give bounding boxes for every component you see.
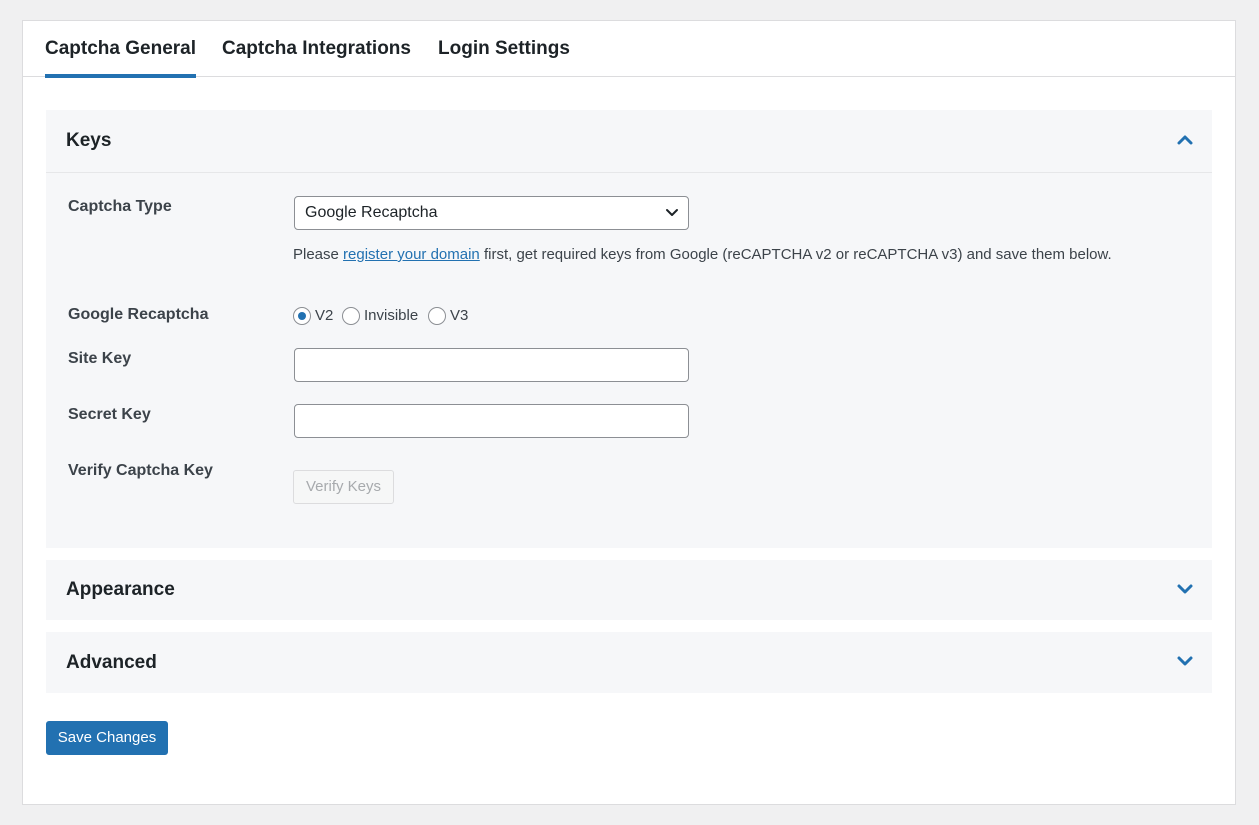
appearance-section: Appearance xyxy=(46,560,1212,620)
chevron-down-icon[interactable] xyxy=(1176,654,1194,668)
radio-v3-label: V3 xyxy=(450,307,469,324)
captcha-type-select[interactable]: Google Recaptcha xyxy=(294,196,689,230)
captcha-type-value: Google Recaptcha xyxy=(305,204,438,221)
register-domain-link[interactable]: register your domain xyxy=(343,246,480,263)
save-changes-button[interactable]: Save Changes xyxy=(46,721,168,755)
site-key-label: Site Key xyxy=(68,350,132,367)
radio-v2-control[interactable] xyxy=(293,307,311,325)
tab-captcha-general[interactable]: Captcha General xyxy=(45,21,196,78)
register-help-text: Please register your domain first, get r… xyxy=(293,246,1112,263)
site-key-input[interactable] xyxy=(294,348,689,382)
tab-captcha-integrations[interactable]: Captcha Integrations xyxy=(222,21,411,77)
radio-v3-control[interactable] xyxy=(428,307,446,325)
keys-section: Keys Captcha Type Google Recaptcha Pleas… xyxy=(46,110,1212,548)
tab-bar: Captcha General Captcha Integrations Log… xyxy=(23,21,1235,78)
radio-invisible-control[interactable] xyxy=(342,307,360,325)
appearance-section-header[interactable]: Appearance xyxy=(46,560,1212,620)
chevron-down-icon xyxy=(666,209,678,216)
verify-captcha-key-label: Verify Captcha Key xyxy=(68,462,213,479)
chevron-down-icon[interactable] xyxy=(1176,582,1194,596)
appearance-section-title: Appearance xyxy=(66,579,175,600)
secret-key-input[interactable] xyxy=(294,404,689,438)
verify-keys-button[interactable]: Verify Keys xyxy=(293,470,394,504)
settings-panel: Captcha General Captcha Integrations Log… xyxy=(22,20,1236,805)
google-recaptcha-label: Google Recaptcha xyxy=(68,306,209,323)
advanced-section-title: Advanced xyxy=(66,652,157,673)
chevron-up-icon[interactable] xyxy=(1176,133,1194,147)
radio-v2-label: V2 xyxy=(315,307,334,324)
help-text-before: Please xyxy=(293,246,344,263)
keys-section-title: Keys xyxy=(66,130,112,151)
keys-section-header[interactable]: Keys xyxy=(46,110,1212,172)
radio-invisible-label: Invisible xyxy=(364,307,419,324)
advanced-section: Advanced xyxy=(46,632,1212,693)
tab-login-settings[interactable]: Login Settings xyxy=(438,21,570,77)
help-text-after: first, get required keys from Google (re… xyxy=(479,246,1112,263)
section-divider xyxy=(46,172,1212,173)
secret-key-label: Secret Key xyxy=(68,406,151,423)
captcha-type-label: Captcha Type xyxy=(68,198,172,215)
advanced-section-header[interactable]: Advanced xyxy=(46,632,1212,693)
